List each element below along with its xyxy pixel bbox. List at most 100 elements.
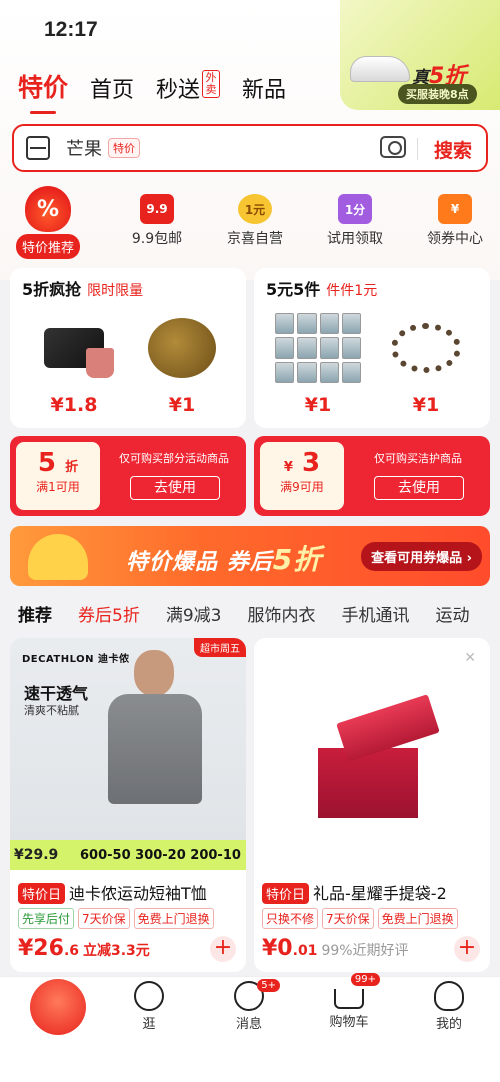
close-icon[interactable]: ✕ [464,650,476,666]
add-to-cart-button[interactable]: + [454,936,480,962]
category-row: % 特价推荐 9.9 9.9包邮 1元 京喜自营 1分 试用领取 ¥ 领券中心 [0,186,500,259]
tab-miaosong[interactable]: 秒送外卖 [156,70,221,104]
product-price: ¥26.6 [18,936,79,961]
coupon-description: 仅可购买洁护商品 [374,452,462,465]
tab-new[interactable]: 新品 [242,72,286,104]
feed-tab-phones[interactable]: 手机通讯 [341,601,409,626]
coupon-value: 5 折 [37,448,79,478]
coin-1yuan-icon: 1元 [238,194,272,224]
deal-panel-half-price[interactable]: 5折疯抢 限时限量 ¥1.8 ¥1 [10,268,246,428]
category-lingquan-zhongxin[interactable]: ¥ 领券中心 [410,186,500,248]
promo-corner[interactable]: 真5折 买服装晚8点 [340,0,500,110]
service-chip: 免费上门退换 [133,908,214,929]
special-day-tag: 特价日 [262,883,310,904]
promo-banner[interactable]: 特价爆品 券后5折 查看可用券爆品 › [10,526,490,586]
bottom-nav: 逛 5+ 消息 99+ 购物车 我的 [0,973,500,1082]
category-99-baoyou[interactable]: 9.9 9.9包邮 [112,186,202,248]
search-button[interactable]: 搜索 [434,136,472,163]
product-name: 特价日 礼品-星耀手提袋-2 [262,880,488,904]
trash-bag-image [44,328,114,378]
user-icon [434,981,464,1011]
product-cups[interactable] [268,308,368,388]
coupon-value-box: 5 折 满1可用 [16,442,100,510]
image-subline: 清爽不粘腻 [24,704,79,717]
special-day-tag: 特价日 [18,883,66,904]
coupon-value-box: ¥ 3 满9可用 [260,442,344,510]
product-fruit[interactable] [132,308,232,388]
shoe-icon [350,56,410,82]
camera-icon[interactable] [380,136,406,158]
coupon-value: ¥ 3 [283,448,321,478]
product-price: ¥0.01 [262,936,318,961]
category-label: 试用领取 [327,231,383,247]
search-bar[interactable]: 芒果 特价 搜索 [12,124,488,172]
use-coupon-button[interactable]: 去使用 [130,476,220,500]
price-note: 99%近期好评 [321,943,409,959]
coupon-description: 仅可购买部分活动商品 [119,452,229,465]
nav-label: 消息 [235,1017,262,1032]
nav-label: 我的 [435,1017,462,1032]
search-input[interactable]: 芒果 [66,135,102,161]
image-discounts: 600-50 300-20 200-10 [80,847,241,863]
service-chip: 先享后付 [18,908,75,929]
view-coupon-items-button[interactable]: 查看可用券爆品 › [361,542,482,571]
nav-messages[interactable]: 5+ 消息 [204,977,294,1032]
category-jingxi-ziying[interactable]: 1元 京喜自营 [210,186,300,248]
category-tejia-tuijian[interactable]: % 特价推荐 [6,186,90,259]
cart-icon: 99+ [334,973,380,1009]
tab-tejia[interactable]: 特价 [18,68,68,114]
top-tabs: 特价 首页 秒送外卖 新品 [18,68,286,114]
browse-icon [134,981,164,1011]
coupon-condition: 满9可用 [280,480,324,494]
product-hair-ties[interactable] [376,308,476,388]
nav-cart[interactable]: 99+ 购物车 [304,973,394,1030]
tab-home[interactable]: 首页 [90,72,134,104]
category-label: 9.9包邮 [131,231,183,247]
promo-subtitle: 买服装晚8点 [398,84,477,104]
feed-tab-half-price[interactable]: 券后5折 [78,601,140,626]
waimai-badge: 外卖 [202,70,221,98]
coupon-card: ¥ 3 满9可用 仅可购买洁护商品 去使用 [254,436,490,516]
image-price: ¥29.9 [14,847,59,863]
service-chips: 先享后付 7天价保 免费上门退换 [18,908,214,929]
nav-label: 逛 [142,1017,156,1032]
price-row: ¥26.6 立减3.3元 [18,936,150,961]
product-card[interactable]: DECATHLON 迪卡侬 超市周五 速干透气 清爽不粘腻 ¥29.9 600-… [10,638,246,972]
category-label: 领券中心 [427,231,483,247]
feed-tab-recommend[interactable]: 推荐 [18,601,52,626]
nav-me[interactable]: 我的 [404,977,494,1032]
deal-panel-5-for-5[interactable]: 5元5件 件件1元 ¥1 ¥1 [254,268,490,428]
model-shirt [108,694,202,804]
banner-title: 特价爆品 券后5折 [126,543,323,576]
chat-icon: 5+ [234,979,280,1011]
nav-label: 购物车 [329,1015,369,1030]
feed-tab-apparel[interactable]: 服饰内衣 [247,601,315,626]
bag-99-icon: 9.9 [140,194,174,224]
category-shiyong-lingqu[interactable]: 1分 试用领取 [310,186,400,248]
image-headline: 速干透气 [24,684,89,703]
deal-title: 5元5件 件件1元 [266,280,378,299]
fruit-image [148,318,216,378]
price-row: ¥0.01 99%近期好评 [262,936,409,961]
category-label: 京喜自营 [227,231,283,247]
message-badge: 5+ [257,979,280,992]
image-price-strip: ¥29.9 600-50 300-20 200-10 [10,840,246,870]
use-coupon-button[interactable]: 去使用 [374,476,464,500]
deal-price: ¥1 [412,394,440,416]
product-trash-bags[interactable] [24,308,124,388]
feed-tab-sports[interactable]: 运动 [435,601,469,626]
deal-price: ¥1 [304,394,332,416]
add-to-cart-button[interactable]: + [210,936,236,962]
model-image [100,648,210,838]
coupon-condition: 满1可用 [36,480,80,494]
feed-tab-9-minus-3[interactable]: 满9减3 [166,601,222,626]
product-card[interactable]: ✕ 特价日 礼品-星耀手提袋-2 只换不修 7天价保 免费上门退换 ¥0.01 9… [254,638,490,972]
gift-box-image [310,694,440,818]
gift-1fen-icon: 1分 [338,194,372,224]
scan-icon[interactable] [26,136,50,160]
mascot-home-icon [30,979,86,1035]
nav-browse[interactable]: 逛 [104,977,194,1032]
deal-price: ¥1.8 [50,394,98,416]
cups-image [275,313,361,383]
flame-percent-icon: % [25,186,71,232]
